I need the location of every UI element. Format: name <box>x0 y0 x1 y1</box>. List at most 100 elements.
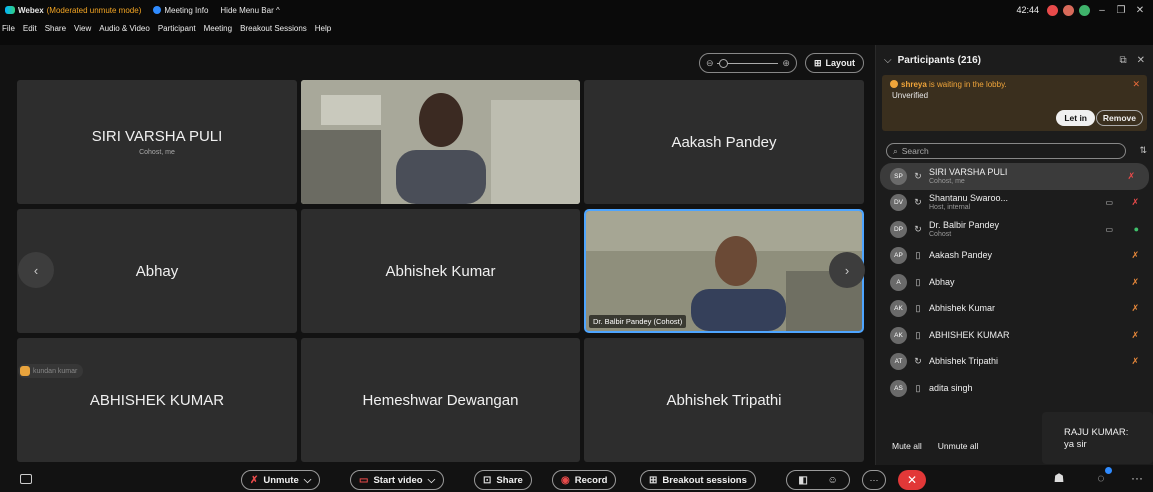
menu-breakout-sessions[interactable]: Breakout Sessions <box>240 24 307 33</box>
next-page-button[interactable]: › <box>829 252 865 288</box>
headset-icon: ↻ <box>914 356 922 367</box>
record-icon: ◉ <box>561 474 570 486</box>
mic-unmuted-icon[interactable]: ● <box>1134 224 1139 234</box>
chat-message: ya sir <box>1064 439 1087 451</box>
participants-title: Participants (216) <box>897 54 981 66</box>
list-item[interactable]: SP ↻ SIRI VARSHA PULI Cohost, me ✗ <box>880 163 1149 190</box>
mic-muted-by-host-icon[interactable]: ✗ <box>1131 277 1139 288</box>
participant-tile[interactable]: SIRI VARSHA PULI Cohost, me <box>17 80 297 204</box>
participant-video-tile[interactable] <box>301 80 580 204</box>
participant-list: SP ↻ SIRI VARSHA PULI Cohost, me ✗ DV ↻ S… <box>876 163 1153 402</box>
app-name: Webex <box>18 5 44 15</box>
share-button[interactable]: ⊡ Share <box>474 470 532 490</box>
tile-name: Aakash Pandey <box>671 133 777 151</box>
menu-meeting[interactable]: Meeting <box>204 24 232 33</box>
list-item[interactable]: AK ▯ ABHISHEK KUMAR ✗ <box>876 322 1153 349</box>
mic-muted-icon: ✗ <box>250 474 259 486</box>
restore-button[interactable]: ❐ <box>1114 5 1128 16</box>
participant-tile[interactable]: Abhishek Tripathi <box>584 338 864 462</box>
avatar: AK <box>890 326 907 344</box>
mic-muted-by-host-icon[interactable]: ✗ <box>1131 356 1139 367</box>
leave-meeting-button[interactable]: ✕ <box>898 470 926 490</box>
captions-icon[interactable] <box>20 474 32 484</box>
meeting-info-button[interactable]: Meeting Info <box>153 6 208 15</box>
mute-all-button[interactable]: Mute all <box>892 441 922 451</box>
pop-out-icon[interactable]: ⧉ <box>1119 55 1126 66</box>
minimize-button[interactable]: – <box>1095 5 1109 16</box>
menu-edit[interactable]: Edit <box>23 24 37 33</box>
close-panel-icon[interactable]: ✕ <box>1137 55 1145 66</box>
emoji-icon[interactable]: ☺ <box>827 475 837 486</box>
raised-hand-icon <box>20 366 30 376</box>
list-item[interactable]: AP ▯ Aakash Pandey ✗ <box>876 243 1153 270</box>
breakout-sessions-button[interactable]: ⊞ Breakout sessions <box>640 470 756 490</box>
connection-status-icon[interactable] <box>1079 4 1090 16</box>
active-speaker-video-tile[interactable]: Dr. Balbir Pandey (Cohost) <box>584 209 864 333</box>
list-item[interactable]: DP ↻ Dr. Balbir Pandey Cohost ▭ ● <box>876 216 1153 243</box>
apps-icon[interactable]: ◧ <box>798 475 807 486</box>
menu-view[interactable]: View <box>74 24 91 33</box>
tile-name: ABHISHEK KUMAR <box>89 391 225 409</box>
lobby-notification: shreya is waiting in the lobby. Unverifi… <box>882 75 1147 131</box>
mic-muted-icon[interactable]: ✗ <box>1127 171 1135 182</box>
security-status-icon[interactable] <box>1063 4 1074 16</box>
mic-muted-icon[interactable]: ✗ <box>1131 197 1139 208</box>
zoom-track[interactable] <box>717 58 779 68</box>
list-item[interactable]: A ▯ Abhay ✗ <box>876 269 1153 296</box>
list-item[interactable]: AS ▯ adita singh <box>876 375 1153 402</box>
participant-tile[interactable]: Aakash Pandey <box>584 80 864 204</box>
layout-label: Layout <box>825 58 855 68</box>
participant-tile[interactable]: Abhishek Kumar <box>301 209 580 333</box>
zoom-in-icon[interactable]: ⊕ <box>782 58 790 69</box>
chat-notification[interactable]: RAJU KUMAR: ya sir <box>1042 412 1153 464</box>
participant-name: Abhishek Kumar <box>929 303 996 314</box>
mic-muted-by-host-icon[interactable]: ✗ <box>1131 330 1139 341</box>
zoom-slider[interactable]: ⊖ ⊕ <box>698 53 797 73</box>
participant-tile[interactable]: Abhay <box>17 209 297 333</box>
mic-muted-by-host-icon[interactable]: ✗ <box>1131 303 1139 314</box>
tile-name: Abhishek Kumar <box>385 262 496 280</box>
more-options-button[interactable]: ··· <box>862 470 886 490</box>
unmute-all-button[interactable]: Unmute all <box>938 441 979 451</box>
menu-participant[interactable]: Participant <box>158 24 196 33</box>
participant-name: Abhishek Tripathi <box>929 356 999 367</box>
list-item[interactable]: AT ↻ Abhishek Tripathi ✗ <box>876 349 1153 376</box>
dismiss-lobby-icon[interactable]: ✕ <box>1132 79 1140 90</box>
participant-search-input[interactable]: ⌕ Search ⇅ <box>886 143 1147 159</box>
hide-menu-bar-button[interactable]: Hide Menu Bar ^ <box>220 6 279 15</box>
participants-icon[interactable]: ☗ <box>1050 471 1068 489</box>
video-stage: ⊖ ⊕ ⊞ Layout SIRI VARSHA PULI Cohost, me… <box>0 45 870 465</box>
recording-status-icon[interactable] <box>1047 4 1058 16</box>
chevron-down-icon[interactable]: ⌵ <box>428 475 436 486</box>
record-button[interactable]: ◉ Record <box>552 470 617 490</box>
list-item[interactable]: AK ▯ Abhishek Kumar ✗ <box>876 296 1153 323</box>
menu-share[interactable]: Share <box>45 24 66 33</box>
participants-panel: ⌵ Participants (216) ⧉ ✕ shreya is waiti… <box>875 45 1153 465</box>
menu-help[interactable]: Help <box>315 24 331 33</box>
more-panels-icon[interactable]: ··· <box>1128 471 1146 489</box>
menu-file[interactable]: File <box>2 24 15 33</box>
remove-button[interactable]: Remove <box>1095 110 1143 126</box>
chevron-down-icon[interactable]: ⌵ <box>304 475 312 486</box>
unmute-button[interactable]: ✗ Unmute ⌵ <box>241 470 321 490</box>
device-icon: ▯ <box>915 250 921 261</box>
layout-button[interactable]: ⊞ Layout <box>804 53 864 73</box>
share-label: Share <box>496 474 523 486</box>
video-off-icon: ▭ <box>359 474 369 486</box>
start-video-button[interactable]: ▭ Start video ⌵ <box>350 470 445 490</box>
previous-page-button[interactable]: ‹ <box>18 252 54 288</box>
lobby-text: is waiting in the lobby. <box>926 80 1007 89</box>
participant-tile[interactable]: Hemeshwar Dewangan <box>301 338 580 462</box>
reactions-group[interactable]: ◧ ☺ <box>786 470 850 490</box>
let-in-button[interactable]: Let in <box>1056 110 1095 126</box>
breakout-label: Breakout sessions <box>662 474 747 486</box>
collapse-chevron-icon[interactable]: ⌵ <box>884 55 892 66</box>
sort-icon[interactable]: ⇅ <box>1139 145 1147 156</box>
list-item[interactable]: DV ↻ Shantanu Swaroo... Host, internal ▭ … <box>876 190 1153 217</box>
menu-audio-video[interactable]: Audio & Video <box>99 24 150 33</box>
close-window-button[interactable]: ✕ <box>1133 5 1147 16</box>
mic-muted-by-host-icon[interactable]: ✗ <box>1131 250 1139 261</box>
zoom-handle[interactable] <box>719 58 729 68</box>
zoom-out-icon[interactable]: ⊖ <box>706 58 714 69</box>
participant-tile[interactable]: ABHISHEK KUMAR <box>17 338 297 462</box>
